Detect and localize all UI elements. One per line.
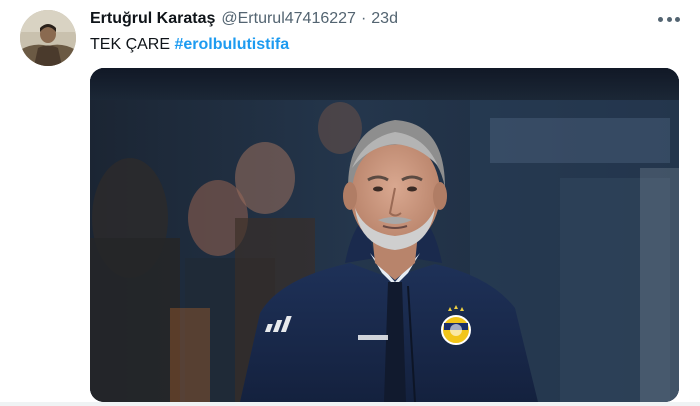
tweet-timestamp[interactable]: 23d	[371, 10, 398, 28]
tweet-card[interactable]: Ertuğrul Karataş @Erturul47416227 · 23d …	[0, 0, 700, 406]
ellipsis-dot	[675, 16, 680, 22]
separator-dot: ·	[360, 10, 367, 27]
avatar[interactable]	[20, 10, 76, 66]
card-bottom-border	[0, 402, 700, 406]
ellipsis-icon[interactable]	[658, 12, 680, 26]
photo-image	[90, 68, 679, 402]
author-display-name[interactable]: Ertuğrul Karataş	[90, 10, 215, 28]
hashtag-link[interactable]: #erolbulutistifa	[174, 36, 289, 53]
ellipsis-dot	[666, 16, 672, 22]
ellipsis-dot	[658, 16, 663, 22]
tweet-media-photo[interactable]	[90, 68, 679, 402]
avatar-photo	[20, 10, 76, 66]
tweet-header: Ertuğrul Karataş @Erturul47416227 · 23d	[90, 10, 398, 32]
tweet-text: TEK ÇARE #erolbulutistifa	[90, 36, 289, 54]
tweet-text-prefix: TEK ÇARE	[90, 36, 175, 53]
author-handle[interactable]: @Erturul47416227	[221, 10, 356, 28]
